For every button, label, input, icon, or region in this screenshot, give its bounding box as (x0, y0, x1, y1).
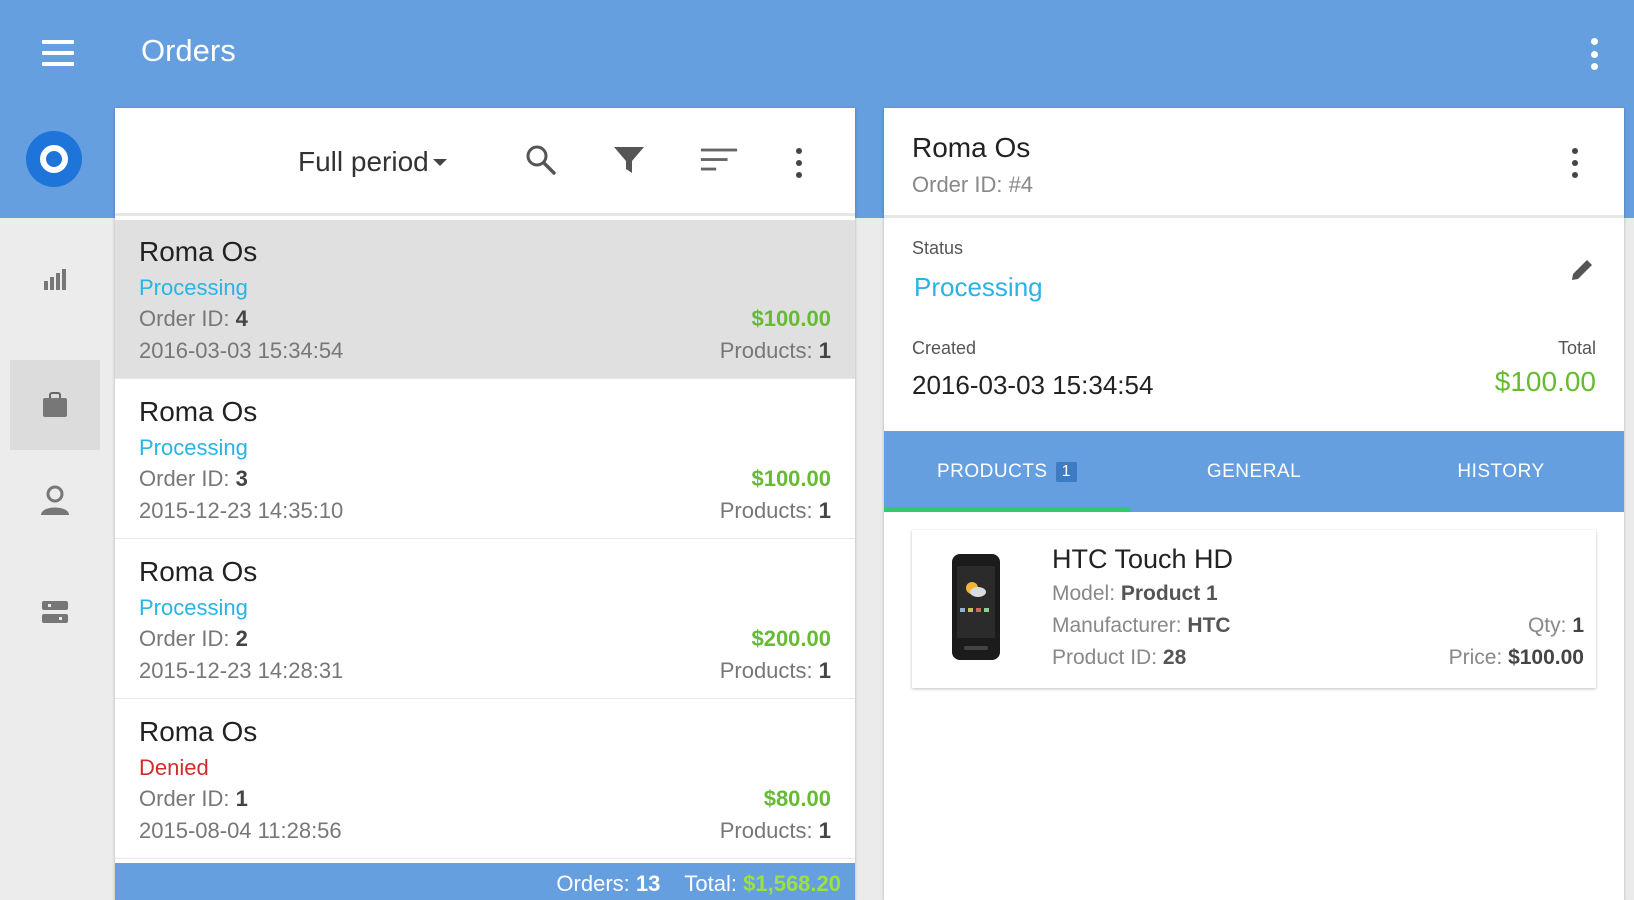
menu-icon[interactable] (38, 36, 78, 70)
orders-panel: Full period Roma Os Processing Order ID:… (115, 108, 855, 900)
order-customer: Roma Os (139, 236, 258, 267)
tab-general[interactable]: GENERAL (1130, 431, 1378, 512)
order-id: Order ID: 1 (139, 786, 248, 811)
order-row[interactable]: Roma Os Processing Order ID: 2 2015-12-2… (115, 540, 855, 699)
detail-created: 2016-03-03 15:34:54 (912, 370, 1154, 400)
bag-icon (43, 392, 67, 417)
detail-customer: Roma Os (912, 132, 1031, 163)
order-status: Processing (139, 275, 248, 300)
order-status: Processing (139, 595, 248, 620)
nav-item-dashboard[interactable] (10, 234, 100, 324)
search-icon[interactable] (521, 140, 561, 180)
order-row[interactable]: Roma Os Denied Order ID: 1 2015-08-04 11… (115, 700, 855, 859)
order-id: Order ID: 3 (139, 466, 248, 491)
order-customer: Roma Os (139, 716, 258, 747)
person-icon (41, 485, 69, 515)
network-icon (42, 601, 68, 623)
product-price: Price: $100.00 (1448, 646, 1584, 669)
detail-header: Roma Os Order ID: #4 (884, 108, 1624, 218)
order-products: Products: 1 (719, 658, 831, 683)
page-title: Orders (141, 33, 236, 68)
more-vert-icon[interactable] (1584, 34, 1604, 74)
product-model: Model: Product 1 (1052, 582, 1218, 605)
orders-total: $1,568.20 (743, 871, 841, 896)
orders-summary: Orders: 13 Total: $1,568.20 (556, 871, 841, 896)
tab-history[interactable]: HISTORY (1378, 431, 1624, 512)
order-price: $80.00 (763, 786, 831, 811)
order-customer: Roma Os (139, 396, 258, 427)
order-date: 2015-12-23 14:35:10 (139, 498, 344, 523)
period-dropdown[interactable]: Full period (298, 146, 447, 178)
order-status: Processing (139, 435, 248, 460)
status-label: Status (912, 238, 964, 258)
created-label: Created (912, 338, 977, 358)
product-card[interactable]: HTC Touch HD Model: Product 1 Manufactur… (912, 530, 1596, 688)
order-products: Products: 1 (719, 818, 831, 843)
nav-item-customers[interactable] (10, 455, 100, 545)
order-customer: Roma Os (139, 556, 258, 587)
nav-item-network[interactable] (10, 567, 100, 657)
more-vert-icon[interactable] (792, 146, 806, 180)
order-price: $100.00 (751, 466, 831, 491)
order-detail-panel: Roma Os Order ID: #4 Status Processing C… (884, 108, 1624, 900)
order-date: 2016-03-03 15:34:54 (139, 338, 344, 363)
more-vert-icon[interactable] (1568, 146, 1582, 180)
edit-icon[interactable] (1562, 250, 1602, 290)
order-products: Products: 1 (719, 498, 831, 523)
total-label: Total (1557, 338, 1596, 358)
order-price: $100.00 (751, 306, 831, 331)
orders-summary-bar: Orders: 13 Total: $1,568.20 (115, 863, 855, 900)
order-id: Order ID: 4 (139, 306, 248, 331)
phone-image (952, 554, 1000, 660)
nav-item-orders[interactable] (10, 360, 100, 450)
chart-icon (44, 269, 66, 290)
order-products: Products: 1 (719, 338, 831, 363)
order-date: 2015-08-04 11:28:56 (139, 818, 342, 843)
detail-order-id: Order ID: #4 (912, 172, 1034, 197)
order-id: Order ID: 2 (139, 626, 248, 651)
order-status: Denied (139, 755, 209, 780)
list-toolbar: Full period (115, 108, 855, 216)
product-id: Product ID: 28 (1052, 646, 1187, 669)
tab-products[interactable]: PRODUCTS 1 (884, 431, 1130, 512)
detail-total: $100.00 (1494, 366, 1596, 397)
order-date: 2015-12-23 14:28:31 (139, 658, 344, 683)
product-name: HTC Touch HD (1052, 544, 1234, 574)
sort-icon[interactable] (699, 140, 739, 180)
logo-icon[interactable] (26, 131, 82, 187)
detail-tabs: PRODUCTS 1 GENERAL HISTORY (884, 431, 1624, 512)
filter-icon[interactable] (609, 140, 649, 180)
period-label: Full period (298, 146, 429, 177)
order-price: $200.00 (751, 626, 831, 651)
product-qty: Qty: 1 (1527, 614, 1584, 637)
products-count-badge: 1 (1055, 461, 1078, 482)
active-tab-indicator (884, 507, 1130, 512)
nav-rail (0, 218, 112, 900)
detail-status: Processing (914, 272, 1043, 302)
caret-down-icon (432, 158, 447, 166)
product-manufacturer: Manufacturer: HTC (1052, 614, 1231, 637)
order-row[interactable]: Roma Os Processing Order ID: 4 2016-03-0… (115, 220, 855, 379)
order-row[interactable]: Roma Os Processing Order ID: 3 2015-12-2… (115, 380, 855, 539)
